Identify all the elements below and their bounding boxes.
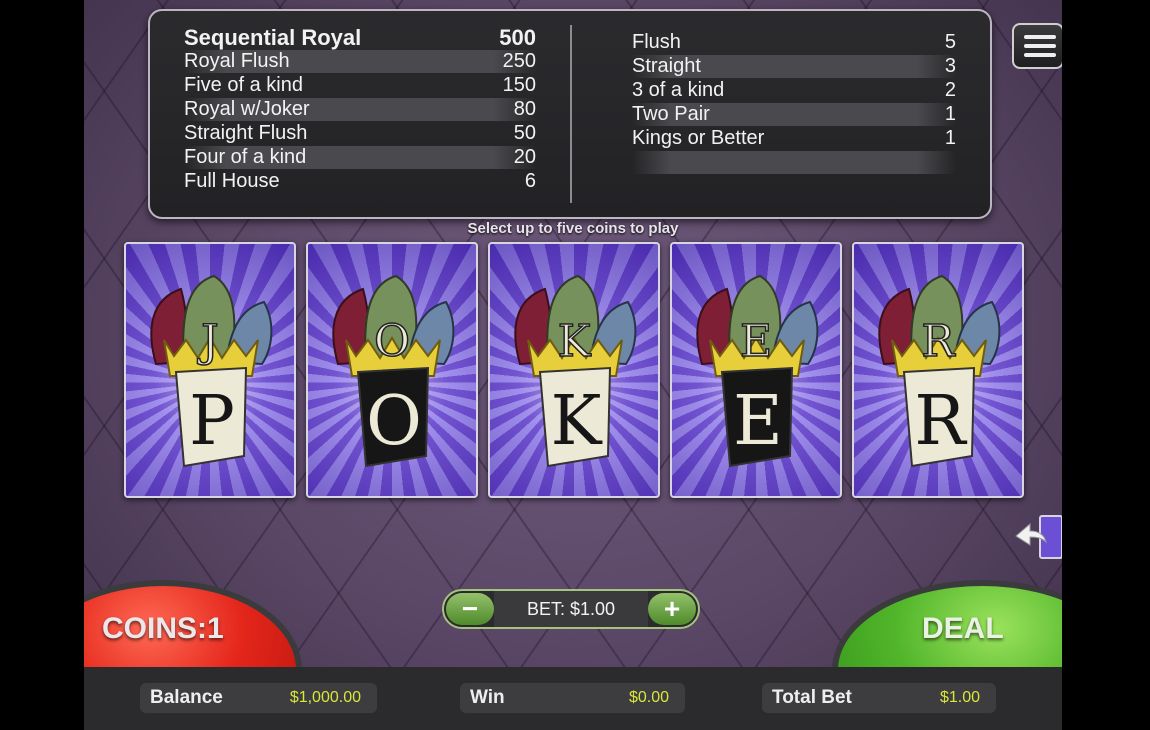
paytable-payout: 50 <box>513 122 536 144</box>
card-banner-letter: E <box>733 382 783 461</box>
hint-text: Select up to five coins to play <box>467 220 679 237</box>
card-banner-letter: P <box>189 382 235 461</box>
paytable-hand-name: Two Pair <box>632 103 710 125</box>
paytable-row: Royal w/Joker 80 <box>184 98 536 121</box>
paytable-payout: 500 <box>499 25 536 50</box>
paytable-payout: 2 <box>944 79 956 101</box>
win-value: $0.00 <box>628 689 669 706</box>
total-bet-panel: Total Bet $1.00 <box>762 683 996 713</box>
paytable-payout: 150 <box>502 74 536 96</box>
win-label: Win <box>470 687 505 708</box>
card-hat-letter: O <box>374 316 410 367</box>
playing-card[interactable]: OO <box>306 242 478 498</box>
paytable-payout: 6 <box>524 170 536 192</box>
playing-card[interactable]: EE <box>670 242 842 498</box>
paytable-row: Two Pair 1 <box>632 103 956 126</box>
jester-hat-icon: JP <box>150 274 273 468</box>
bet-amount: BET: $1.00 <box>494 591 648 627</box>
paytable-row: Sequential Royal 500 <box>184 26 536 49</box>
balance-value: $1,000.00 <box>289 689 361 706</box>
paytable-payout: 3 <box>944 55 956 77</box>
balance-panel: Balance $1,000.00 <box>140 683 377 713</box>
paytable-row: Five of a kind 150 <box>184 74 536 97</box>
paytable-payout: 80 <box>513 98 536 120</box>
paytable-row: 3 of a kind 2 <box>632 79 956 102</box>
paytable-row: Straight Flush 50 <box>184 122 536 145</box>
paytable-hand-name: Sequential Royal <box>184 25 362 50</box>
paytable-hand-name: Full House <box>184 170 280 192</box>
paytable-payout: 20 <box>513 146 536 168</box>
total-bet-value: $1.00 <box>939 689 980 706</box>
paytable-payout: 1 <box>944 103 956 125</box>
paytable-payout: 5 <box>944 31 956 53</box>
win-panel: Win $0.00 <box>460 683 685 713</box>
paytable-payout: 1 <box>944 127 956 149</box>
paytable-hand-name: Four of a kind <box>184 146 307 168</box>
paytable-row: Flush 5 <box>632 31 956 54</box>
playing-card[interactable]: JP <box>124 242 296 498</box>
bet-decrease-button[interactable]: − <box>446 593 494 625</box>
card-hat-letter: K <box>558 316 592 367</box>
balance-label: Balance <box>150 687 223 708</box>
card-banner-letter: O <box>366 382 422 461</box>
paytable-hand-name: Flush <box>632 31 681 53</box>
paytable-row: Full House 6 <box>184 170 536 193</box>
card-hat-letter: R <box>921 316 956 367</box>
paytable-payout: 250 <box>502 50 536 72</box>
jester-hat-icon: EE <box>696 274 819 468</box>
paytable-row: Royal Flush 250 <box>184 50 536 73</box>
paytable: Sequential Royal 500 Royal Flush 250 Five of… <box>148 9 992 219</box>
playing-card[interactable]: KK <box>488 242 660 498</box>
coins-label: COINS:1 <box>102 612 224 645</box>
deal-label: DEAL <box>922 612 1004 645</box>
bet-increase-button[interactable]: + <box>648 593 696 625</box>
jester-hat-icon: RR <box>878 274 1001 468</box>
card-banner-letter: R <box>914 382 967 461</box>
menu-button[interactable] <box>1012 23 1062 69</box>
paytable-divider <box>570 25 572 203</box>
paytable-hand-name: 3 of a kind <box>632 79 725 101</box>
paytable-hand-name: Royal Flush <box>184 50 290 72</box>
card-hat-letter: E <box>740 316 772 367</box>
paytable-hand-name: Straight Flush <box>184 122 308 144</box>
total-bet-label: Total Bet <box>772 687 852 708</box>
paytable-row: Kings or Better 1 <box>632 127 956 150</box>
undo-arrow-icon[interactable] <box>1012 514 1062 560</box>
bet-stepper: − BET: $1.00 + <box>442 589 700 629</box>
paytable-hand-name: Five of a kind <box>184 74 303 96</box>
jester-hat-icon: OO <box>332 274 455 468</box>
jester-hat-icon: KK <box>514 274 637 468</box>
card-hat-letter: J <box>197 316 219 367</box>
paytable-row: Straight 3 <box>632 55 956 78</box>
paytable-row <box>632 151 956 174</box>
paytable-row: Four of a kind 20 <box>184 146 536 169</box>
game-stage: Sequential Royal 500 Royal Flush 250 Five of… <box>84 0 1062 730</box>
paytable-hand-name: Straight <box>632 55 701 77</box>
card-banner-letter: K <box>551 382 603 461</box>
paytable-hand-name: Kings or Better <box>632 127 765 149</box>
playing-card[interactable]: RR <box>852 242 1024 498</box>
paytable-hand-name: Royal w/Joker <box>184 98 310 120</box>
